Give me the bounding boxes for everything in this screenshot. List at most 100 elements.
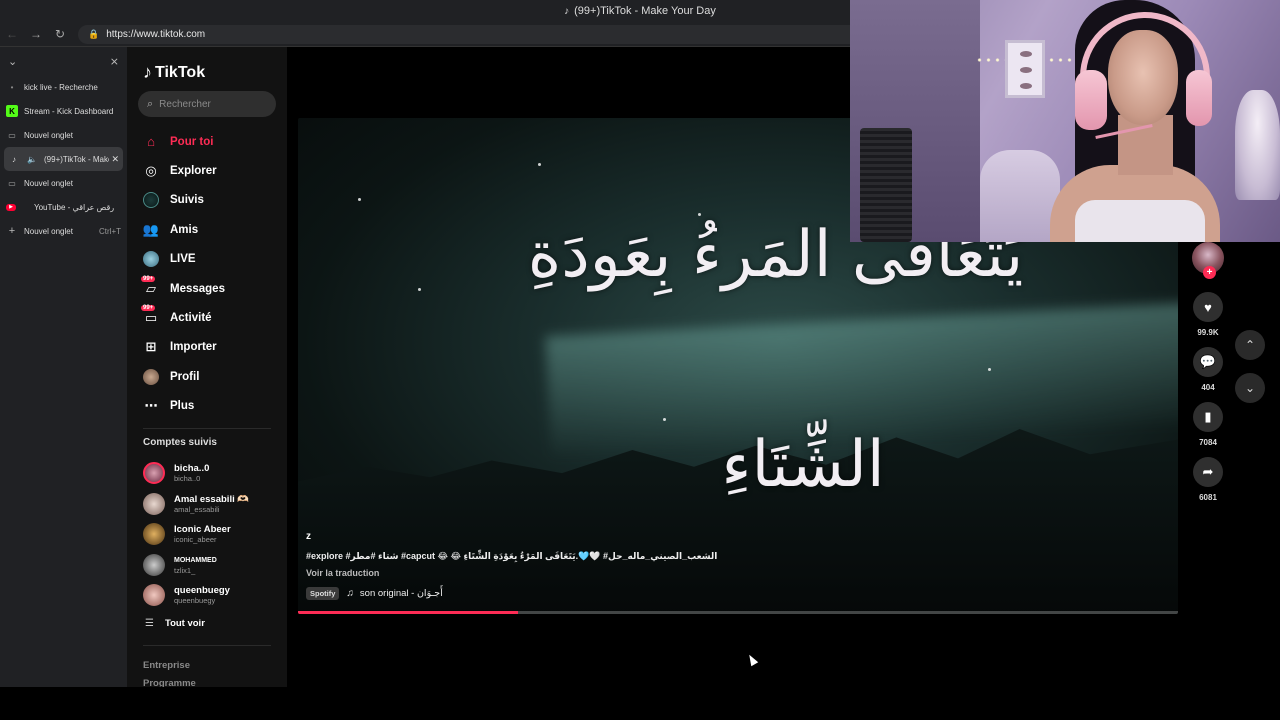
spotify-badge[interactable]: Spotify <box>306 587 340 600</box>
avatar <box>143 584 165 607</box>
menu-item-for-you[interactable]: ⌂ Pour toi <box>143 127 273 156</box>
headset-earcup-left <box>1075 70 1107 130</box>
see-all-label: Tout voir <box>164 618 205 629</box>
account-username: queenbuegy <box>174 596 216 606</box>
video-progress-fill <box>298 611 518 614</box>
video-progress-bar[interactable] <box>298 611 1178 614</box>
account-name: Amal essabili 🫶🏻 <box>174 493 250 505</box>
close-icon[interactable]: ✕ <box>111 154 119 165</box>
share-action[interactable]: ➦ 6081 <box>1188 457 1228 502</box>
menu-item-activity[interactable]: ▭ 99+ Activité <box>141 303 273 332</box>
url-text: https://www.tiktok.com <box>106 28 206 40</box>
back-icon[interactable]: ← <box>0 27 24 41</box>
see-all-button[interactable]: ☰ Tout voir <box>145 618 205 629</box>
video-caption-line-2: الشِّتَاءِ <box>721 428 885 502</box>
tab-new-1[interactable]: ▭ Nouvel onglet <box>0 123 127 147</box>
following-item[interactable]: bicha..0 bicha..0 <box>143 458 278 489</box>
webcam-wall-frame <box>1005 40 1045 98</box>
menu-label: Plus <box>170 400 195 413</box>
chevron-down-icon[interactable]: ⌄ <box>8 55 17 68</box>
divider <box>143 428 271 429</box>
tab-label: YouTube - رقص عراقي <box>34 202 115 212</box>
kick-icon: K <box>6 105 18 117</box>
menu-item-more[interactable]: ⋯ Plus <box>143 392 273 421</box>
bookmark-icon[interactable]: ▮ <box>1193 402 1223 432</box>
comment-action[interactable]: 💬 404 <box>1188 347 1228 392</box>
account-username: bicha..0 <box>174 474 201 484</box>
menu-item-live[interactable]: LIVE <box>143 245 273 274</box>
follow-plus-icon[interactable]: + <box>1203 266 1216 279</box>
divider <box>143 645 271 646</box>
creator-avatar[interactable]: + <box>1192 242 1224 279</box>
previous-video-button[interactable]: ⌃ <box>1235 330 1265 360</box>
video-author[interactable]: z <box>306 531 906 542</box>
account-name: queenbuegy <box>174 585 230 597</box>
forward-icon[interactable]: → <box>24 27 48 41</box>
avatar <box>143 462 165 485</box>
menu-label: Suivis <box>170 194 204 207</box>
menu-label: Activité <box>170 312 212 325</box>
tiktok-logo[interactable]: ♪ TikTok <box>143 62 205 83</box>
share-icon[interactable]: ➦ <box>1193 457 1223 487</box>
tiktok-sidebar: ♪ TikTok ⌕ Rechercher ⌂ Pour toi ◎ Explo… <box>127 47 287 689</box>
feed-navigation: ⌃ ⌄ <box>1235 330 1265 416</box>
menu-item-following[interactable]: Suivis <box>143 186 273 215</box>
tab-label: Nouvel onglet <box>24 226 73 236</box>
save-count: 7084 <box>1199 438 1217 447</box>
activity-icon: ▭ 99+ <box>141 305 158 326</box>
upload-icon: ⊞ <box>145 339 157 355</box>
tab-tiktok[interactable]: ♪ 🔈 (99+)TikTok - Make Your Day ✕ <box>4 147 123 171</box>
rain-drop <box>358 198 361 201</box>
messages-badge: 99+ <box>141 275 156 282</box>
menu-item-upload[interactable]: ⊞ Importer <box>143 333 273 362</box>
menu-item-messages[interactable]: ▱ 99+ Messages <box>141 274 273 303</box>
url-field[interactable]: 🔒 https://www.tiktok.com <box>78 24 878 44</box>
menu-item-friends[interactable]: 👥 Amis <box>143 215 273 244</box>
speaker-icon[interactable]: 🔈 <box>26 153 38 165</box>
reload-icon[interactable]: ↻ <box>48 27 72 41</box>
comment-count: 404 <box>1201 383 1215 392</box>
menu-item-explore[interactable]: ◎ Explorer <box>143 156 273 185</box>
following-section-title: Comptes suivis <box>143 437 217 448</box>
tab-youtube[interactable]: ▶ YouTube - رقص عراقي <box>0 195 127 219</box>
site-info-icon[interactable]: 🔒 <box>88 29 99 40</box>
tab-kick-dashboard[interactable]: K Stream - Kick Dashboard <box>0 99 127 123</box>
sound-row[interactable]: Spotify ♫ son original - أَجـوَان <box>306 587 906 600</box>
youtube-icon: ▶ <box>6 203 16 211</box>
share-count: 6081 <box>1199 493 1217 502</box>
menu-item-profile[interactable]: Profil <box>143 362 273 391</box>
heart-icon[interactable]: ♥ <box>1193 292 1223 322</box>
dot-icon: • <box>10 82 14 92</box>
tiktok-favicon-icon: ♪ <box>564 5 570 17</box>
account-name: MOHAMMED <box>174 556 217 564</box>
avatar <box>143 492 165 515</box>
new-tab-button[interactable]: + Nouvel onglet Ctrl+T <box>0 219 127 243</box>
pin-icon[interactable]: ⨯ <box>110 55 119 68</box>
next-video-button[interactable]: ⌄ <box>1235 373 1265 403</box>
translate-link[interactable]: Voir la traduction <box>306 568 906 578</box>
live-icon <box>143 251 159 268</box>
search-input[interactable]: ⌕ Rechercher <box>138 91 276 117</box>
following-icon <box>143 192 159 209</box>
like-action[interactable]: ♥ 99.9K <box>1188 292 1228 337</box>
tab-icon: ▭ <box>8 130 16 140</box>
save-action[interactable]: ▮ 7084 <box>1188 402 1228 447</box>
following-item[interactable]: Amal essabili 🫶🏻 amal_essabili <box>143 489 278 520</box>
account-username: tzlix1_ <box>174 565 196 575</box>
sound-name: son original - أَجـوَان <box>359 588 443 599</box>
tab-kick-search[interactable]: • kick live - Recherche <box>0 75 127 99</box>
footer-link-company[interactable]: Entreprise <box>143 660 190 671</box>
following-item[interactable]: MOHAMMED tzlix1_ <box>143 550 278 581</box>
tab-new-2[interactable]: ▭ Nouvel onglet <box>0 171 127 195</box>
following-item[interactable]: queenbuegy queenbuegy <box>143 580 278 611</box>
friends-icon: 👥 <box>142 221 160 237</box>
menu-label: Pour toi <box>170 135 214 148</box>
shortcut-hint: Ctrl+T <box>99 226 121 236</box>
following-item[interactable]: Iconic Abeer iconic_abeer <box>143 519 278 550</box>
rain-drop <box>538 163 541 166</box>
tab-label: Nouvel onglet <box>24 178 73 188</box>
comment-icon[interactable]: 💬 <box>1193 347 1223 377</box>
rain-drop <box>988 368 991 371</box>
activity-badge: 99+ <box>141 305 156 312</box>
plus-icon: + <box>8 225 16 237</box>
